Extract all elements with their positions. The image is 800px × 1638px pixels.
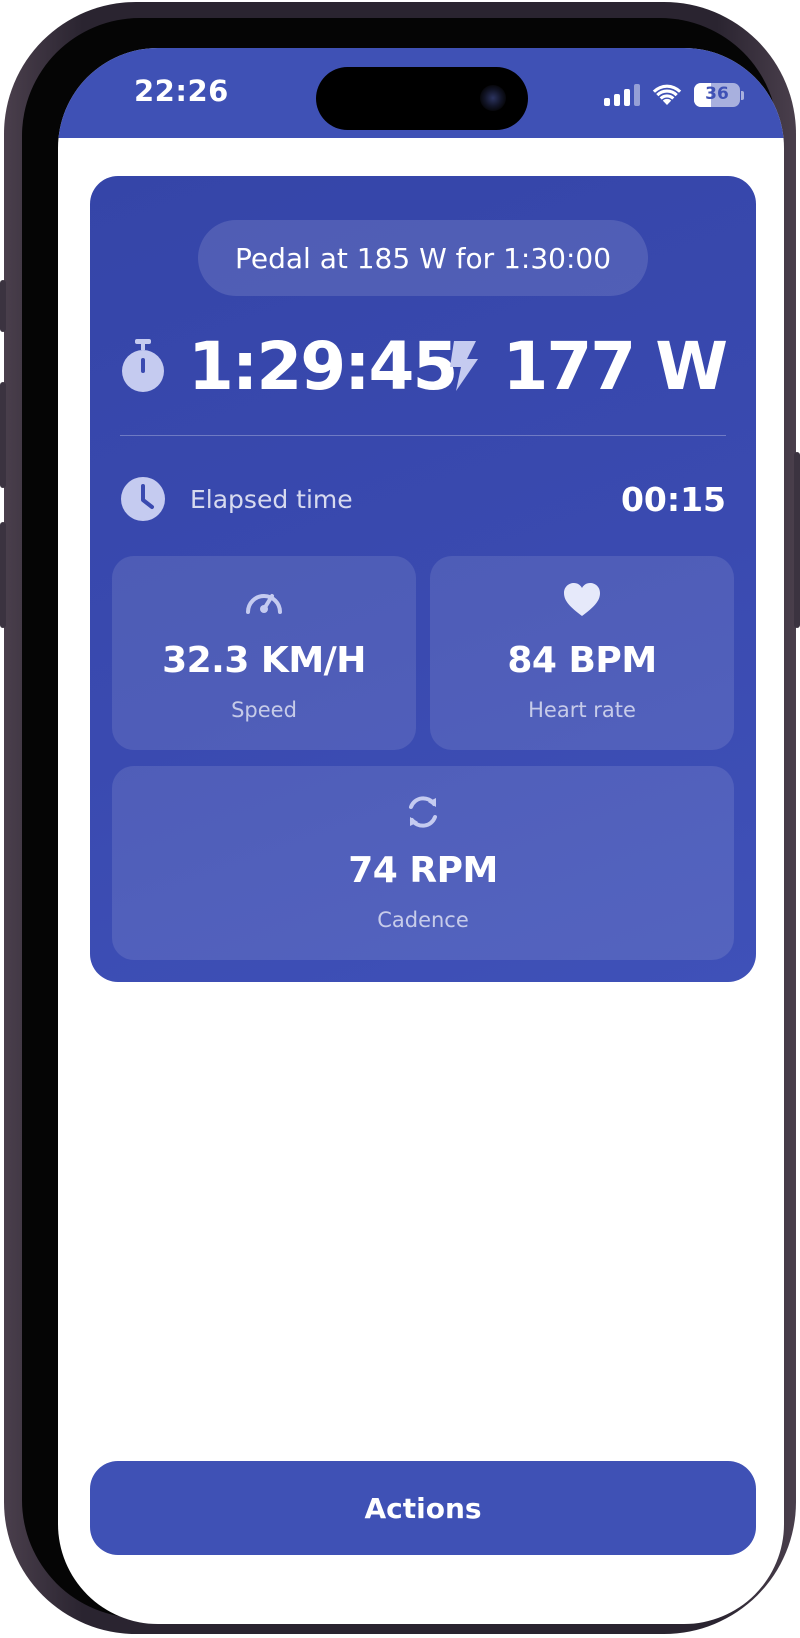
actions-button[interactable]: Actions (90, 1461, 756, 1555)
elapsed-time-row: Elapsed time 00:15 (120, 474, 726, 524)
remaining-time-value: 1:29:45 (188, 327, 458, 405)
elapsed-time-value: 00:15 (620, 479, 726, 519)
speed-value: 32.3 KM/H (162, 640, 366, 681)
phone-bezel: 22:26 36 Pedal at 185 W for 1:30:00 1:29… (22, 18, 784, 1624)
cadence-tile: 74 RPM Cadence (112, 766, 734, 960)
camera-icon (480, 85, 506, 111)
speed-tile: 32.3 KM/H Speed (112, 556, 416, 750)
status-bar: 22:26 36 (58, 48, 784, 138)
stopwatch-icon (122, 339, 164, 392)
power-metric: 177 W (446, 326, 728, 406)
refresh-icon (409, 796, 437, 828)
heart-rate-label: Heart rate (528, 698, 636, 722)
battery-icon: 36 (694, 83, 740, 107)
power-button (794, 452, 800, 628)
cadence-label: Cadence (377, 908, 469, 932)
clock-icon (121, 477, 165, 521)
battery-level: 36 (705, 84, 729, 104)
app-screen: 22:26 36 Pedal at 185 W for 1:30:00 1:29… (58, 48, 784, 1624)
heart-icon (564, 583, 600, 616)
volume-down-button (0, 522, 6, 628)
remaining-time-metric: 1:29:45 (120, 326, 458, 406)
volume-up-button (0, 382, 6, 488)
speedometer-icon (246, 594, 282, 614)
action-button (0, 280, 6, 332)
status-time: 22:26 (134, 74, 229, 108)
phone-frame: 22:26 36 Pedal at 185 W for 1:30:00 1:29… (0, 2, 800, 1634)
cadence-value: 74 RPM (348, 850, 498, 891)
primary-metrics-row: 1:29:45 177 W (120, 326, 728, 406)
metrics-divider (120, 435, 726, 436)
workout-goal-pill: Pedal at 185 W for 1:30:00 (198, 220, 648, 296)
status-icons: 36 (604, 80, 744, 110)
battery-cap (741, 90, 744, 100)
signal-icon (604, 84, 640, 106)
elapsed-time-label: Elapsed time (190, 484, 353, 514)
heart-rate-tile: 84 BPM Heart rate (430, 556, 734, 750)
workout-card: Pedal at 185 W for 1:30:00 1:29:45 177 W… (90, 176, 756, 982)
wifi-icon (652, 84, 682, 105)
dynamic-island (316, 67, 528, 130)
heart-rate-value: 84 BPM (507, 640, 657, 681)
power-value: 177 W (502, 327, 728, 405)
speed-label: Speed (231, 698, 297, 722)
lightning-icon (450, 341, 479, 391)
